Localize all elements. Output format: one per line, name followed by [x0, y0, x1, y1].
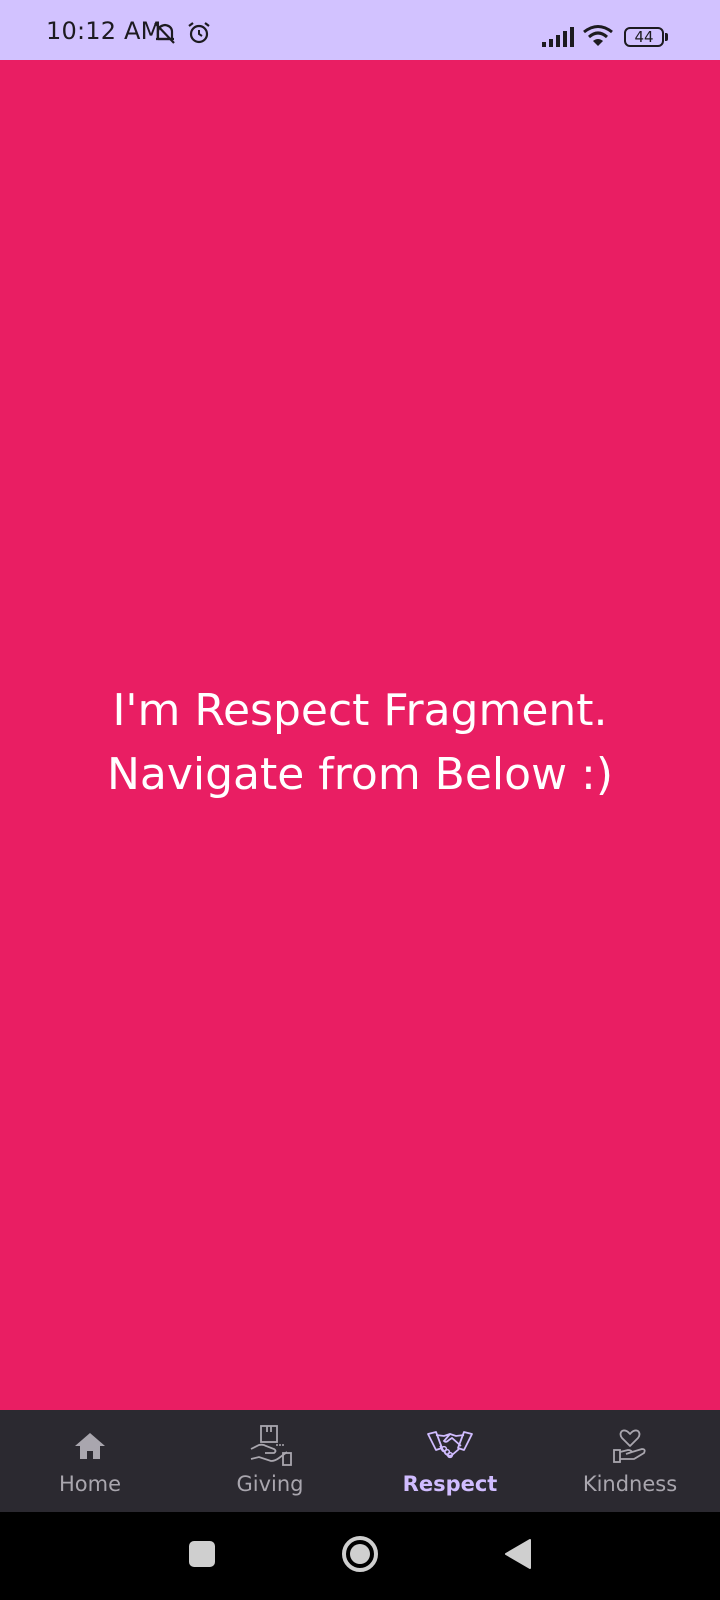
battery-level: 44 — [634, 27, 654, 46]
back-button[interactable] — [496, 1534, 540, 1578]
fragment-message: I'm Respect Fragment. Navigate from Belo… — [106, 685, 614, 800]
giving-box-hand-icon — [245, 1424, 295, 1468]
muted-bell-icon — [152, 20, 178, 44]
bottom-navigation: Home Giving Respect Kindness — [0, 1410, 720, 1512]
wifi-icon — [582, 24, 614, 48]
handshake-icon — [425, 1424, 475, 1468]
system-navigation-bar — [0, 1512, 720, 1600]
back-triangle-icon — [503, 1538, 533, 1575]
battery-cap — [665, 33, 668, 41]
status-time: 10:12 AM — [46, 17, 162, 45]
alarm-icon — [186, 20, 212, 44]
nav-label-giving: Giving — [236, 1472, 304, 1496]
home-button[interactable] — [338, 1534, 382, 1578]
nav-item-kindness[interactable]: Kindness — [540, 1410, 720, 1512]
status-bar: 10:12 AM 44 — [0, 0, 720, 60]
nav-item-giving[interactable]: Giving — [180, 1410, 360, 1512]
nav-item-respect[interactable]: Respect — [360, 1410, 540, 1512]
recents-button[interactable] — [180, 1534, 224, 1578]
nav-label-respect: Respect — [402, 1472, 498, 1496]
nav-label-kindness: Kindness — [582, 1472, 678, 1496]
home-icon — [65, 1424, 115, 1468]
nav-label-home: Home — [58, 1472, 121, 1496]
respect-fragment: I'm Respect Fragment. Navigate from Belo… — [0, 60, 720, 1410]
circle-icon — [340, 1534, 380, 1579]
square-icon — [188, 1540, 216, 1573]
nav-item-home[interactable]: Home — [0, 1410, 180, 1512]
heart-hand-icon — [605, 1424, 655, 1468]
signal-icon — [542, 26, 574, 50]
battery-icon: 44 — [624, 27, 664, 47]
